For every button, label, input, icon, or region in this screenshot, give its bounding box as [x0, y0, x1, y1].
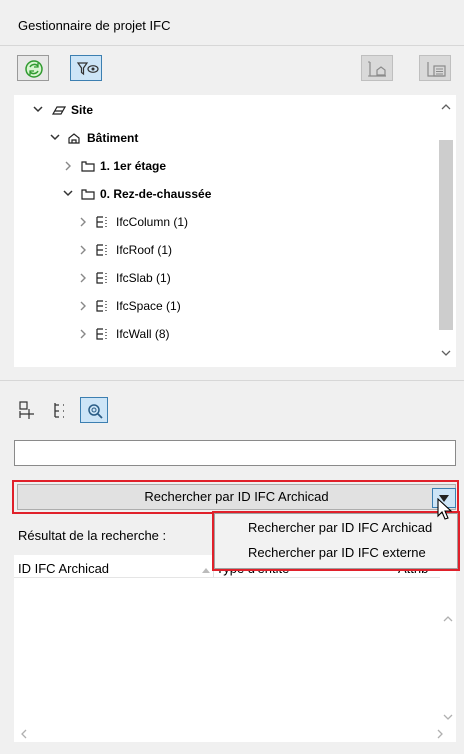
tree-item-storey-0[interactable]: 0. Rez-de-chaussée — [14, 184, 434, 204]
divider — [0, 380, 464, 381]
tree-item-ifcslab[interactable]: IfcSlab (1) — [14, 268, 434, 288]
panel-title: Gestionnaire de projet IFC — [18, 18, 171, 33]
results-label: Résultat de la recherche : — [18, 528, 167, 543]
tree-item-label: IfcSlab (1) — [116, 271, 171, 285]
search-mode-select[interactable]: Rechercher par ID IFC Archicad — [17, 484, 456, 510]
tree-item-ifccolumn[interactable]: IfcColumn (1) — [14, 212, 434, 232]
element-list-icon — [427, 62, 446, 77]
divider — [14, 577, 456, 578]
column-header-id[interactable]: ID IFC Archicad — [18, 561, 109, 576]
chevron-down-icon[interactable] — [61, 184, 75, 204]
filter-view-button[interactable] — [70, 55, 102, 81]
chevron-down-icon[interactable] — [48, 128, 62, 148]
chevron-right-icon[interactable] — [76, 212, 90, 232]
mouse-cursor-icon — [437, 498, 453, 520]
chevron-down-icon[interactable] — [31, 100, 45, 120]
search-input[interactable] — [14, 440, 456, 466]
sort-asc-icon — [202, 568, 210, 573]
tree-scrollbar[interactable] — [438, 95, 454, 367]
ifc-type-icon — [96, 244, 107, 256]
scroll-down-icon[interactable] — [438, 345, 454, 361]
map-button[interactable] — [361, 55, 393, 81]
highlight-frame — [212, 511, 460, 571]
element-list-button[interactable] — [419, 55, 451, 81]
add-entity-button[interactable] — [17, 399, 39, 421]
results-hscrollbar[interactable] — [14, 725, 456, 742]
ifc-type-icon — [96, 328, 107, 340]
search-mode-label: Rechercher par ID IFC Archicad — [144, 489, 329, 504]
tree-item-label: 1. 1er étage — [100, 159, 167, 173]
chevron-right-icon[interactable] — [61, 156, 75, 176]
refresh-icon — [25, 60, 43, 78]
chevron-right-icon[interactable] — [76, 268, 90, 288]
refresh-button[interactable] — [17, 55, 49, 81]
scroll-up-icon[interactable] — [440, 611, 456, 627]
chevron-right-icon[interactable] — [76, 296, 90, 316]
scroll-up-icon[interactable] — [438, 99, 454, 115]
tree-item-label: 0. Rez-de-chaussée — [100, 187, 212, 201]
tree-item-storey-1[interactable]: 1. 1er étage — [14, 156, 434, 176]
tree-item-ifcspace[interactable]: IfcSpace (1) — [14, 296, 434, 316]
search-button[interactable] — [80, 397, 108, 423]
tree-item-label: IfcRoof (1) — [116, 243, 173, 257]
project-tree[interactable]: Site Bâtiment 1. 1er étage 0. Rez-de-cha… — [14, 95, 456, 367]
divider — [0, 45, 464, 46]
scroll-right-icon[interactable] — [432, 726, 448, 742]
map-icon — [368, 61, 386, 77]
tree-item-building[interactable]: Bâtiment — [14, 128, 434, 148]
storey-icon — [81, 189, 95, 200]
hierarchy-icon — [54, 403, 64, 418]
tree-item-label: Site — [71, 103, 94, 117]
tree-item-label: IfcColumn (1) — [116, 215, 189, 229]
chevron-right-icon[interactable] — [76, 324, 90, 344]
hierarchy-button[interactable] — [50, 399, 72, 421]
tree-item-label: IfcSpace (1) — [116, 299, 181, 313]
tree-item-label: IfcWall (8) — [116, 327, 170, 341]
storey-icon — [81, 161, 95, 172]
ifc-type-icon — [96, 272, 107, 284]
scroll-left-icon[interactable] — [16, 726, 32, 742]
add-entity-icon — [19, 401, 34, 419]
filter-eye-icon — [76, 62, 99, 76]
building-icon — [68, 133, 80, 144]
results-scrollbar[interactable] — [440, 577, 456, 725]
tree-item-ifcwall[interactable]: IfcWall (8) — [14, 324, 434, 344]
scroll-down-icon[interactable] — [440, 709, 456, 725]
search-icon — [88, 404, 103, 419]
chevron-right-icon[interactable] — [76, 240, 90, 260]
ifc-type-icon — [96, 216, 107, 228]
ifc-type-icon — [96, 300, 107, 312]
tree-item-ifcroof[interactable]: IfcRoof (1) — [14, 240, 434, 260]
tree-item-site[interactable]: Site — [14, 100, 434, 120]
tree-item-label: Bâtiment — [87, 131, 139, 145]
results-table[interactable]: ID IFC Archicad Type d'entité Attrib — [14, 555, 456, 742]
site-icon — [51, 106, 66, 115]
scroll-thumb[interactable] — [439, 140, 453, 330]
